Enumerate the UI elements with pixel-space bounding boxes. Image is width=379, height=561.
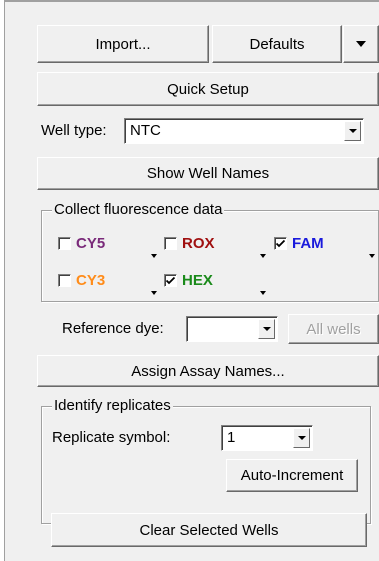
all-wells-button[interactable]: All wells — [288, 314, 379, 344]
auto-increment-button[interactable]: Auto-Increment — [226, 459, 358, 492]
chevron-down-icon — [348, 129, 357, 133]
chevron-down-icon — [356, 41, 366, 47]
dye-checkbox-hex[interactable]: HEX — [164, 272, 213, 289]
reference-dye-label: Reference dye: — [62, 320, 164, 337]
chevron-down-icon[interactable] — [369, 254, 375, 258]
reference-dye-select[interactable] — [186, 316, 278, 342]
dye-label-cy3: CY3 — [76, 272, 106, 289]
checkbox-box[interactable] — [58, 237, 71, 250]
checkbox-box[interactable] — [58, 274, 71, 287]
fluorescence-group-label: Collect fluorescence data — [52, 201, 225, 218]
all-wells-label: All wells — [306, 320, 361, 338]
chevron-down-icon — [297, 436, 306, 440]
import-button-label: Import... — [95, 35, 151, 53]
dye-checkbox-fam[interactable]: FAM — [274, 235, 324, 252]
checkbox-box[interactable] — [164, 237, 177, 250]
replicate-symbol-label: Replicate symbol: — [52, 429, 171, 446]
well-type-dropdown-arrow[interactable] — [344, 121, 361, 141]
panel-top-border — [4, 0, 379, 2]
dye-checkbox-rox[interactable]: ROX — [164, 235, 215, 252]
clear-selected-wells-button[interactable]: Clear Selected Wells — [51, 513, 367, 547]
well-type-value: NTC — [130, 122, 161, 139]
chevron-down-icon[interactable] — [260, 291, 266, 295]
import-button[interactable]: Import... — [37, 25, 209, 63]
assign-assay-names-label: Assign Assay Names... — [131, 362, 285, 380]
chevron-down-icon[interactable] — [151, 291, 157, 295]
assign-assay-names-button[interactable]: Assign Assay Names... — [37, 355, 379, 387]
clear-selected-wells-label: Clear Selected Wells — [139, 521, 279, 539]
defaults-button-label: Defaults — [249, 35, 305, 53]
dye-checkbox-cy3[interactable]: CY3 — [58, 272, 105, 289]
chevron-down-icon[interactable] — [151, 254, 157, 258]
dye-checkbox-cy5[interactable]: CY5 — [58, 235, 105, 252]
replicates-group-label: Identify replicates — [52, 397, 173, 414]
dye-label-cy5: CY5 — [76, 235, 106, 252]
checkbox-box[interactable] — [274, 237, 287, 250]
replicate-symbol-select[interactable]: 1 — [221, 425, 313, 451]
chevron-down-icon[interactable] — [260, 254, 266, 258]
replicate-symbol-value: 1 — [227, 429, 236, 446]
chevron-down-icon — [262, 327, 271, 331]
replicate-symbol-dropdown-arrow[interactable] — [293, 428, 310, 448]
well-type-label: Well type: — [41, 122, 107, 139]
well-type-select[interactable]: NTC — [124, 118, 364, 144]
show-well-names-label: Show Well Names — [146, 165, 270, 182]
dye-label-hex: HEX — [182, 272, 213, 289]
panel-left-border — [4, 0, 5, 561]
quick-setup-button[interactable]: Quick Setup — [37, 72, 379, 106]
show-well-names-button[interactable]: Show Well Names — [37, 157, 379, 190]
defaults-button[interactable]: Defaults — [212, 25, 342, 63]
checkbox-box[interactable] — [164, 274, 177, 287]
quick-setup-label: Quick Setup — [167, 80, 249, 98]
reference-dye-dropdown-arrow[interactable] — [258, 319, 275, 339]
defaults-dropdown-button[interactable] — [343, 25, 379, 63]
checkmark-icon — [166, 276, 175, 285]
auto-increment-label: Auto-Increment — [240, 467, 344, 484]
checkmark-icon — [276, 239, 285, 248]
dye-label-rox: ROX — [182, 235, 215, 252]
dye-label-fam: FAM — [292, 235, 324, 252]
